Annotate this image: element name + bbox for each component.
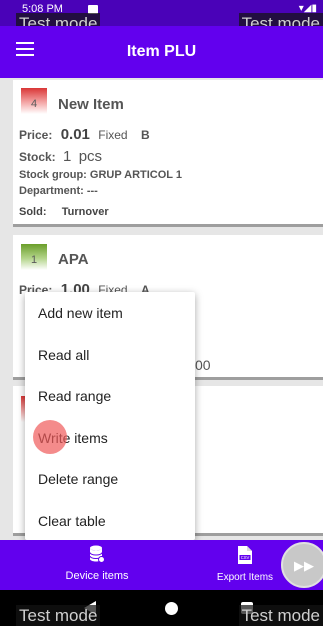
menu-item-add-new-item[interactable]: Add new item bbox=[38, 305, 123, 321]
stock-label: Stock: bbox=[19, 150, 56, 164]
menu-item-read-range[interactable]: Read range bbox=[38, 388, 111, 404]
database-icon bbox=[89, 545, 105, 563]
export-items-button[interactable]: CSV Export Items bbox=[212, 545, 278, 583]
item-card[interactable]: 4 New Item Price: 0.01 Fixed B Stock: 1 … bbox=[13, 80, 323, 227]
turnover-label: Turnover bbox=[61, 206, 109, 218]
svg-text:CSV: CSV bbox=[241, 555, 250, 560]
device-items-label: Device items bbox=[65, 570, 129, 582]
menu-item-delete-range[interactable]: Delete range bbox=[38, 471, 118, 487]
stock-unit: pcs bbox=[78, 148, 103, 165]
department-value: --- bbox=[86, 185, 98, 197]
department-label: Department: bbox=[19, 185, 84, 197]
device-items-button[interactable]: Device items bbox=[62, 545, 132, 582]
stock-row: Stock: 1 pcs bbox=[19, 148, 102, 165]
csv-file-icon: CSV bbox=[238, 546, 252, 564]
item-code-badge: 1 bbox=[21, 244, 47, 270]
touch-indicator bbox=[33, 420, 67, 454]
menu-item-read-all[interactable]: Read all bbox=[38, 347, 89, 363]
price-label: Price: bbox=[19, 128, 53, 142]
sold-label: Sold: bbox=[19, 206, 47, 218]
test-mode-watermark: Test mode bbox=[16, 605, 101, 626]
bottom-nav: Device items CSV Export Items bbox=[0, 540, 323, 590]
popup-menu: Add new item Read all Read range Write i… bbox=[25, 292, 195, 540]
item-code-badge: 4 bbox=[21, 88, 47, 114]
fast-forward-icon[interactable]: ▶▶ bbox=[281, 542, 323, 588]
price-row: Price: 0.01 Fixed B bbox=[19, 126, 150, 143]
price-value: 0.01 bbox=[60, 126, 90, 143]
partial-value: 00 bbox=[195, 357, 211, 373]
home-icon[interactable] bbox=[165, 602, 178, 615]
vat-group: B bbox=[140, 128, 150, 142]
stock-group-label: Stock group: bbox=[19, 169, 87, 181]
test-mode-watermark: Test mode bbox=[238, 605, 323, 626]
department-row: Department: --- bbox=[19, 185, 98, 197]
menu-item-clear-table[interactable]: Clear table bbox=[38, 513, 106, 529]
price-type: Fixed bbox=[98, 128, 128, 142]
stock-group-value: GRUP ARTICOL 1 bbox=[89, 169, 182, 181]
item-name: New Item bbox=[58, 96, 124, 113]
page-title: Item PLU bbox=[126, 43, 197, 60]
export-items-label: Export Items bbox=[216, 572, 274, 583]
app-bar: Item PLU bbox=[0, 26, 323, 78]
stock-value: 1 bbox=[63, 148, 72, 165]
item-name: APA bbox=[58, 251, 89, 268]
stock-group-row: Stock group: GRUP ARTICOL 1 bbox=[19, 169, 182, 181]
sold-row: Sold: Turnover bbox=[19, 206, 109, 218]
